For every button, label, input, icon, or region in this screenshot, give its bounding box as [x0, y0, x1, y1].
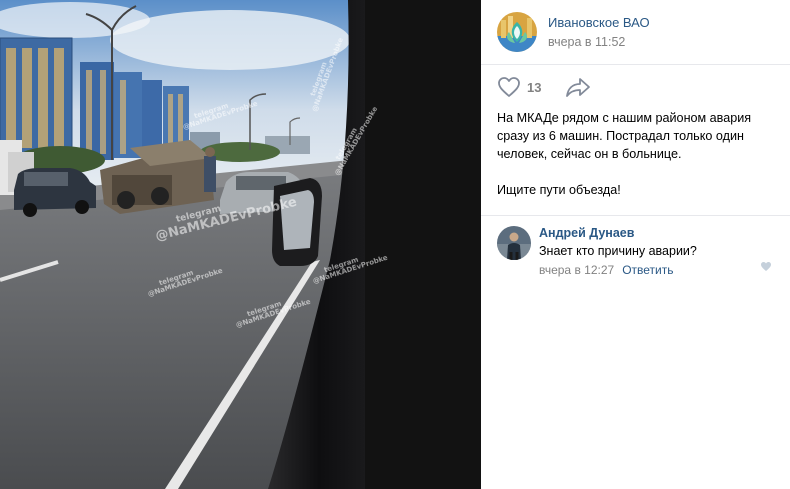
post-actions: 13	[481, 65, 790, 109]
photo-viewer: telegram @NaMKADEvProbke telegram @NaMKA…	[0, 0, 790, 489]
share-arrow-icon	[566, 78, 591, 97]
like-button[interactable]: 13	[497, 76, 541, 98]
comment-like-button[interactable]	[760, 260, 772, 275]
share-button[interactable]	[565, 76, 591, 98]
like-count: 13	[527, 79, 542, 95]
post-sidebar: Ивановское ВАО вчера в 11:52 13 На МКАДе…	[481, 0, 790, 489]
group-logo-icon	[497, 12, 537, 52]
comment-author-link[interactable]: Андрей Дунаев	[539, 226, 697, 240]
heart-icon	[761, 262, 771, 271]
commenter-avatar[interactable]	[497, 226, 531, 260]
group-avatar[interactable]	[497, 12, 537, 52]
post-header: Ивановское ВАО вчера в 11:52	[481, 0, 790, 65]
comment-date[interactable]: вчера в 12:27	[539, 263, 614, 277]
post-date[interactable]: вчера в 11:52	[548, 35, 650, 49]
post-photo[interactable]: telegram @NaMKADEvProbke telegram @NaMKA…	[0, 0, 481, 489]
post-text: На МКАДе рядом с нашим районом авария ср…	[497, 111, 752, 197]
comment: Андрей Дунаев Знает кто причину аварии? …	[481, 216, 790, 277]
heart-icon	[498, 77, 520, 97]
group-name-link[interactable]: Ивановское ВАО	[548, 15, 650, 30]
comment-meta: вчера в 12:27 Ответить	[539, 263, 697, 277]
photo-scene	[0, 0, 481, 489]
comment-text: Знает кто причину аварии?	[539, 244, 697, 258]
reply-button[interactable]: Ответить	[622, 263, 673, 277]
avatar-photo	[497, 226, 531, 260]
